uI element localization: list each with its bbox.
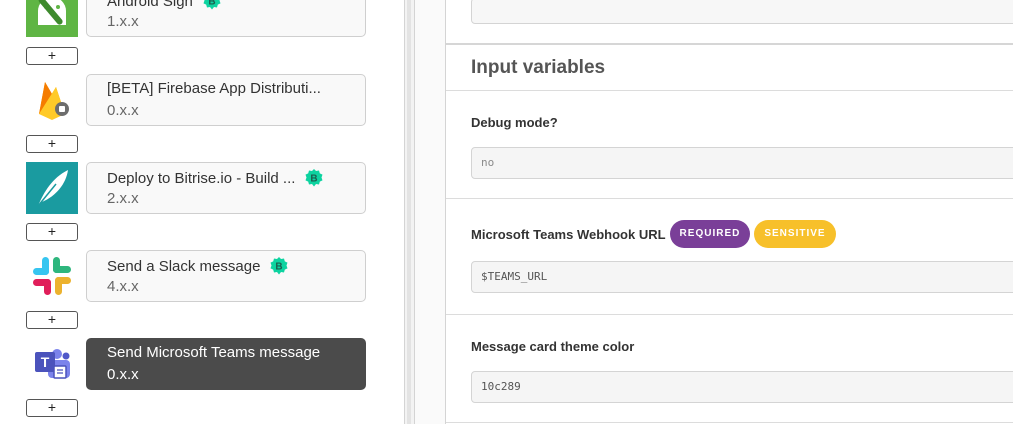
- sensitive-tag: SENSITIVE: [754, 220, 836, 248]
- add-step-button[interactable]: +: [26, 135, 78, 153]
- step-card[interactable]: Send a Slack message B 4.x.x: [86, 250, 366, 302]
- add-step-button[interactable]: +: [26, 311, 78, 329]
- previous-field-input[interactable]: [471, 0, 1013, 24]
- webhook-url-label: Microsoft Teams Webhook URL REQUIRED SEN…: [471, 220, 836, 248]
- section-divider: [446, 43, 1013, 45]
- step-card[interactable]: [BETA] Firebase App Distributi... 0.x.x: [86, 74, 366, 126]
- svg-text:B: B: [276, 262, 283, 273]
- slack-icon: [26, 250, 78, 302]
- microsoft-teams-icon: T: [26, 338, 78, 390]
- step-title: [BETA] Firebase App Distributi...: [107, 80, 321, 97]
- debug-mode-input[interactable]: no: [471, 147, 1013, 179]
- add-step-button[interactable]: +: [26, 223, 78, 241]
- step-card[interactable]: Deploy to Bitrise.io - Build ... B 2.x.x: [86, 162, 366, 214]
- debug-mode-label: Debug mode?: [471, 115, 558, 130]
- required-tag: REQUIRED: [669, 220, 751, 248]
- step-microsoft-teams[interactable]: T Send Microsoft Teams message 0.x.x: [0, 338, 404, 390]
- section-title: Input variables: [471, 57, 606, 78]
- svg-text:B: B: [208, 0, 215, 8]
- divider: [446, 314, 1013, 315]
- step-version: 1.x.x: [107, 13, 139, 30]
- verified-badge-icon: B: [305, 169, 323, 187]
- add-step-button[interactable]: +: [26, 47, 78, 65]
- step-version: 0.x.x: [107, 102, 139, 119]
- bitrise-deploy-icon: [26, 162, 78, 214]
- svg-text:T: T: [41, 354, 50, 370]
- step-version: 2.x.x: [107, 190, 139, 207]
- divider: [446, 422, 1013, 423]
- step-config-content: Input variables Debug mode? no Microsoft…: [445, 0, 1013, 424]
- step-title: Android Sign: [107, 0, 193, 10]
- workflow-step-list: Android Sign B 1.x.x + [BETA] Firebase A…: [0, 0, 404, 424]
- step-title: Send Microsoft Teams message: [107, 344, 321, 361]
- step-android-sign[interactable]: Android Sign B 1.x.x: [0, 0, 404, 37]
- webhook-url-input[interactable]: $TEAMS_URL: [471, 261, 1013, 293]
- add-step-button[interactable]: +: [26, 399, 78, 417]
- label-text: Debug mode?: [471, 115, 558, 130]
- step-firebase[interactable]: [BETA] Firebase App Distributi... 0.x.x: [0, 74, 404, 126]
- svg-text:B: B: [311, 174, 318, 185]
- step-version: 0.x.x: [107, 366, 139, 383]
- theme-color-label: Message card theme color: [471, 339, 634, 354]
- step-card-selected[interactable]: Send Microsoft Teams message 0.x.x: [86, 338, 366, 390]
- label-text: Microsoft Teams Webhook URL: [471, 226, 666, 242]
- step-config-panel: Input variables Debug mode? no Microsoft…: [415, 0, 1013, 424]
- firebase-icon: [26, 74, 78, 126]
- step-title: Deploy to Bitrise.io - Build ...: [107, 169, 296, 187]
- step-title: Send a Slack message: [107, 257, 261, 275]
- theme-color-input[interactable]: 10c289: [471, 371, 1013, 403]
- step-deploy-bitrise[interactable]: Deploy to Bitrise.io - Build ... B 2.x.x: [0, 162, 404, 214]
- verified-badge-icon: B: [270, 257, 288, 275]
- panel-resize-handle[interactable]: [404, 0, 415, 424]
- verified-badge-icon: B: [203, 0, 221, 10]
- divider: [446, 198, 1013, 199]
- step-slack[interactable]: Send a Slack message B 4.x.x: [0, 250, 404, 302]
- divider: [446, 90, 1013, 91]
- step-card[interactable]: Android Sign B 1.x.x: [86, 0, 366, 37]
- android-sign-icon: [26, 0, 78, 37]
- label-text: Message card theme color: [471, 339, 635, 354]
- step-version: 4.x.x: [107, 278, 139, 295]
